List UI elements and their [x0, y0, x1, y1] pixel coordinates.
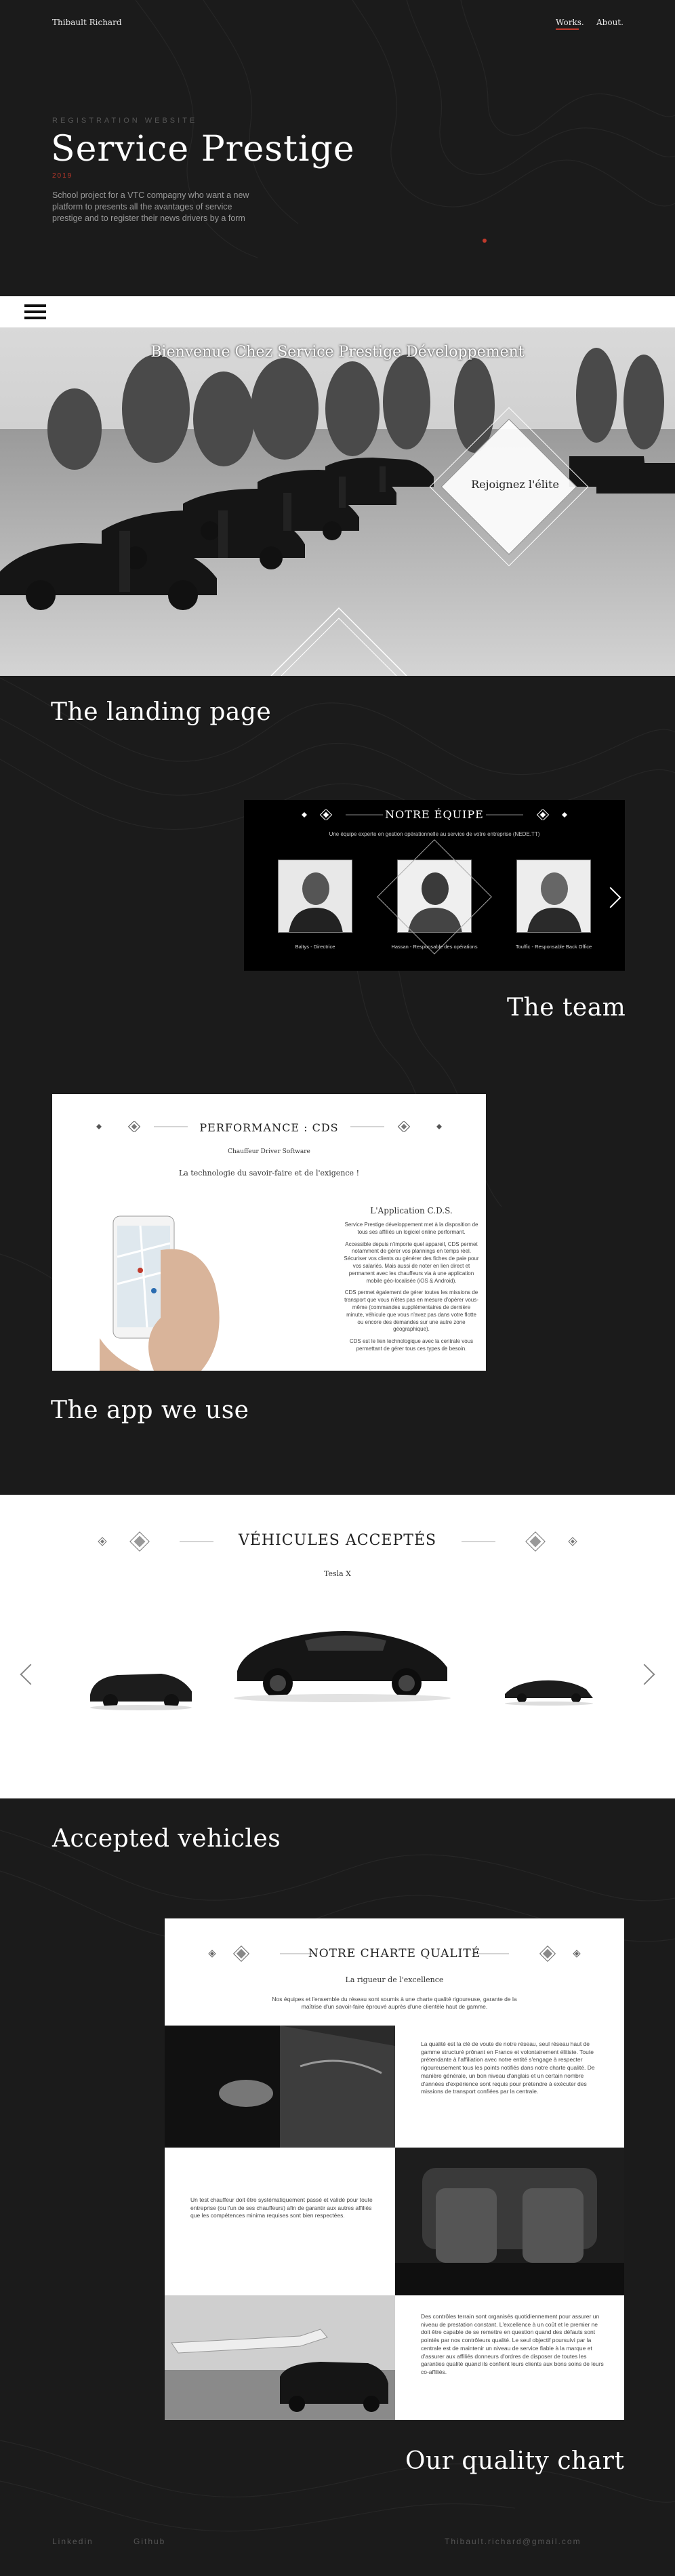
- site-name[interactable]: Thibault Richard: [52, 18, 122, 27]
- sedan-car-image: [505, 1680, 593, 1706]
- footer-linkedin-link[interactable]: Linkedin: [52, 2537, 94, 2546]
- app-column-title: L'Application C.D.S.: [370, 1206, 453, 1215]
- team-member-name: Touffic - Responsable Back Office: [515, 944, 592, 950]
- landing-hero-photo: [0, 327, 675, 676]
- quality-text-block: La qualité est la clé de voute de notre …: [421, 2040, 595, 2095]
- hero-year: 2019: [52, 172, 73, 180]
- app-paragraph: Service Prestige développement met à la …: [344, 1222, 478, 1235]
- landing-caption: The landing page: [51, 698, 272, 726]
- quality-text-block: Un test chauffeur doit être systématique…: [190, 2196, 373, 2219]
- car-interior-photo: [395, 2148, 624, 2295]
- quality-title: NOTRE CHARTE QUALITÉ: [308, 1947, 481, 1960]
- quality-caption: Our quality chart: [405, 2447, 625, 2475]
- nav-about-link[interactable]: About.: [596, 18, 623, 27]
- hero-title: Service Prestige: [51, 129, 355, 169]
- join-label[interactable]: Rejoignez l'élite: [461, 478, 569, 491]
- phone-in-hand-image: [100, 1215, 220, 1371]
- app-preview[interactable]: PERFORMANCE : CDS Chauffeur Driver Softw…: [52, 1094, 486, 1371]
- quality-subtitle: La rigueur de l'excellence: [345, 1975, 444, 1984]
- nav-works-link[interactable]: Works.: [556, 18, 584, 27]
- accent-dot: [483, 239, 487, 243]
- decor-right-icon: [486, 809, 567, 820]
- quality-text-block: Des contrôles terrain sont organisés quo…: [421, 2313, 604, 2376]
- footer-github-link[interactable]: Github: [134, 2537, 165, 2546]
- app-description: Service Prestige développement met à la …: [344, 1222, 479, 1358]
- vehicles-current: Tesla X: [323, 1569, 352, 1578]
- hero-kicker: REGISTRATION WEBSITE: [52, 117, 198, 125]
- team-member-name: Baltys - Directrice: [295, 944, 335, 950]
- team-member-photo: [516, 860, 591, 933]
- landing-top-bar: [0, 296, 675, 327]
- landing-page-preview[interactable]: Bienvenue Chez Service Prestige Développ…: [0, 296, 675, 676]
- app-paragraph: CDS est le lien technologique avec la ce…: [349, 1338, 474, 1352]
- team-member-name: Hassan - Responsable des opérations: [391, 944, 478, 950]
- vehicles-title: VÉHICULES ACCEPTÉS: [238, 1532, 437, 1549]
- team-next-arrow-icon[interactable]: [600, 887, 621, 908]
- app-paragraph: Accessible depuis n'importe quel apparei…: [344, 1241, 479, 1284]
- cars-lineup-image: [0, 327, 675, 676]
- tesla-x-car-image: [234, 1631, 451, 1702]
- footer-email-link[interactable]: Thibault.richard@gmail.com: [445, 2537, 581, 2546]
- vehicles-prev-arrow-icon[interactable]: [20, 1664, 41, 1685]
- team-subtitle: Une équipe experte en gestion opérationn…: [329, 831, 540, 837]
- team-caption: The team: [507, 994, 626, 1022]
- jet-and-car-photo: [165, 2295, 395, 2420]
- app-caption: The app we use: [51, 1396, 249, 1424]
- app-paragraph: CDS permet également de gérer toutes les…: [344, 1289, 478, 1333]
- team-member-photo: [278, 860, 352, 933]
- quality-intro: Nos équipes et l'ensemble du réseau sont…: [272, 1996, 517, 2011]
- app-tagline: La technologie du savoir-faire et de l'e…: [179, 1169, 359, 1178]
- vehicles-caption: Accepted vehicles: [52, 1825, 281, 1853]
- vehicles-next-arrow-icon[interactable]: [634, 1664, 655, 1685]
- landing-heading: Bienvenue Chez Service Prestige Développ…: [150, 344, 525, 361]
- app-title: PERFORMANCE : CDS: [199, 1121, 339, 1134]
- suv-car-image: [90, 1674, 192, 1710]
- hamburger-menu-icon[interactable]: [24, 304, 46, 319]
- app-subtitle: Chauffeur Driver Software: [228, 1148, 310, 1155]
- vehicles-preview[interactable]: VÉHICULES ACCEPTÉS Tesla X: [0, 1495, 675, 1798]
- decor-left-icon: [302, 809, 383, 820]
- team-selected-frame: [377, 839, 492, 954]
- team-preview[interactable]: NOTRE ÉQUIPE Une équipe experte en gesti…: [244, 800, 625, 971]
- active-nav-indicator: [556, 28, 579, 30]
- quality-preview[interactable]: NOTRE CHARTE QUALITÉ La rigueur de l'exc…: [165, 1918, 624, 2420]
- chauffeur-door-photo: [165, 2026, 395, 2148]
- hero-description: School project for a VTC compagny who wa…: [52, 190, 249, 223]
